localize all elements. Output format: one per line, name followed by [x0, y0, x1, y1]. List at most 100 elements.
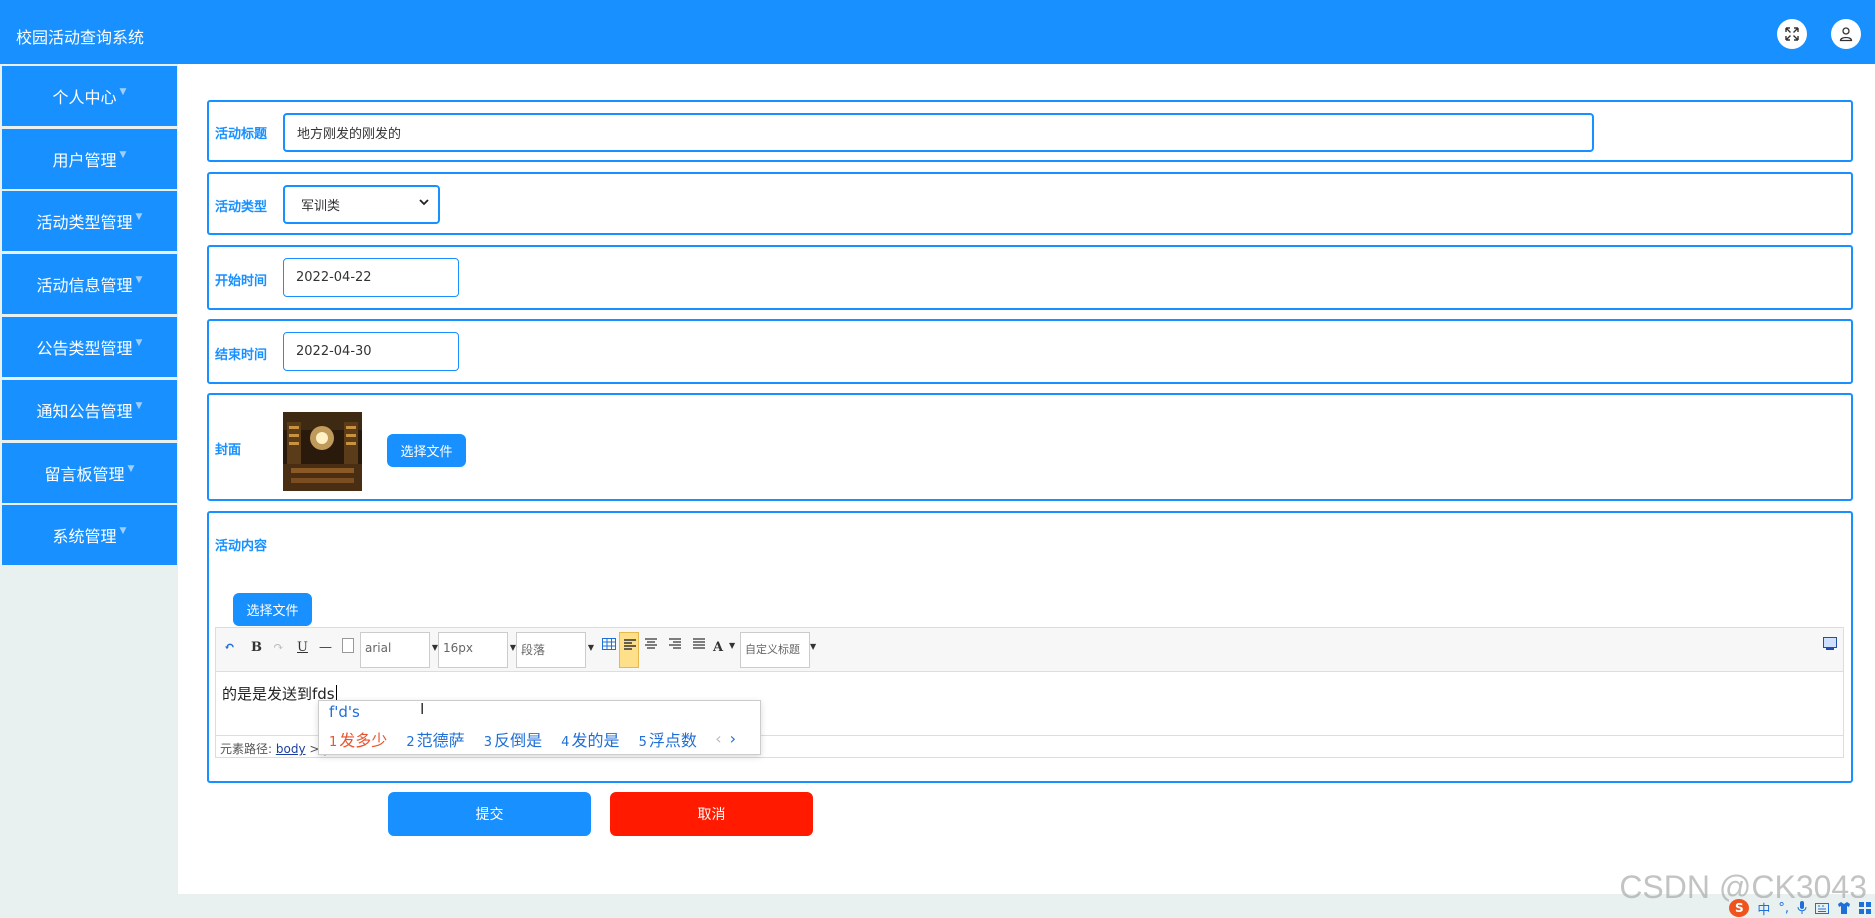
activity-type-selected: 军训类 [301, 199, 341, 214]
caret-down-icon: ▼ [119, 87, 127, 97]
ime-candidate[interactable]: 5 浮点数 [639, 731, 697, 750]
underline-button[interactable]: U [297, 640, 308, 655]
page-icon[interactable] [342, 638, 354, 657]
sidebar-item-label: 用户管理 [52, 151, 117, 170]
caret-down-icon: ▼ [135, 275, 143, 285]
element-path-label: 元素路径: [220, 742, 273, 756]
font-size-select[interactable]: 16px ▼ [438, 632, 516, 668]
chevron-down-icon [419, 199, 429, 206]
justify-icon[interactable] [692, 638, 706, 654]
ime-candidate[interactable]: 2 范德萨 [406, 731, 464, 750]
align-center-icon[interactable] [644, 638, 658, 654]
form-row-type: 活动类型 军训类 [207, 172, 1853, 235]
path-body-link[interactable]: body [276, 742, 306, 756]
punctuation-toggle[interactable]: °, [1778, 901, 1789, 916]
ime-candidate-window: f'd's 1 发多少 2 范德萨 3 反倒是 4 发的是 5 浮点数 ‹ › [318, 700, 761, 755]
align-left-button[interactable] [619, 632, 639, 668]
end-time-label: 结束时间 [215, 348, 268, 363]
align-right-icon[interactable] [668, 638, 682, 654]
content-choose-file-button[interactable]: 选择文件 [233, 593, 312, 626]
horizontal-rule-icon[interactable]: — [319, 640, 332, 655]
sidebar-item-message-board-management[interactable]: 留言板管理 ▼ [2, 443, 177, 503]
dropdown-arrow-icon: ▼ [587, 643, 594, 652]
editor-toolbar: ↶ B ↷ U — arial ▼ 16px ▼ 段落 ▼ A ▼ 自定义标题 … [216, 628, 1843, 672]
sidebar-item-label: 系统管理 [52, 527, 117, 546]
sidebar-item-label: 活动类型管理 [36, 213, 133, 232]
ime-candidate[interactable]: 1 发多少 [329, 731, 387, 750]
caret-down-icon: ▼ [135, 212, 143, 222]
sidebar-item-label: 留言板管理 [44, 465, 125, 484]
sidebar-item-activity-info-management[interactable]: 活动信息管理 ▼ [2, 254, 177, 314]
user-menu-button[interactable] [1831, 19, 1861, 49]
preview-icon[interactable] [1823, 637, 1837, 654]
microphone-icon[interactable] [1797, 901, 1807, 915]
form-row-end-time: 结束时间 2022-04-30 [207, 319, 1853, 384]
cancel-button[interactable]: 取消 [610, 792, 813, 836]
sidebar-item-notice-management[interactable]: 通知公告管理 ▼ [2, 380, 177, 440]
sidebar-item-system-management[interactable]: 系统管理 ▼ [2, 505, 177, 565]
mouse-ibeam-cursor: I [420, 700, 425, 718]
dropdown-arrow-icon[interactable]: ▼ [729, 641, 735, 650]
sidebar-item-label: 公告类型管理 [36, 339, 133, 358]
font-size-value: 16px [443, 641, 473, 655]
app-title: 校园活动查询系统 [16, 28, 145, 47]
submit-button[interactable]: 提交 [388, 792, 591, 836]
cover-label: 封面 [215, 443, 242, 458]
ime-lang-toggle[interactable]: 中 [1757, 899, 1770, 918]
title-label: 活动标题 [215, 127, 268, 142]
sidebar-item-activity-type-management[interactable]: 活动类型管理 ▼ [2, 191, 177, 251]
sidebar-item-label: 通知公告管理 [36, 402, 133, 421]
ime-tray: S 中 °, [1729, 898, 1875, 918]
cover-image [283, 412, 362, 491]
start-time-input[interactable]: 2022-04-22 [283, 258, 459, 297]
form-row-cover: 封面 选择文件 [207, 393, 1853, 501]
align-left-icon [624, 639, 636, 650]
activity-type-select[interactable]: 军训类 [283, 185, 440, 224]
form-row-start-time: 开始时间 2022-04-22 [207, 245, 1853, 310]
sogou-logo-icon[interactable]: S [1729, 899, 1750, 917]
sidebar-item-label: 活动信息管理 [36, 276, 133, 295]
caret-down-icon: ▼ [119, 150, 127, 160]
fullscreen-button[interactable] [1777, 19, 1807, 49]
form-row-title: 活动标题 地方刚发的刚发的 [207, 100, 1853, 162]
grid-menu-icon[interactable] [1859, 902, 1871, 914]
ime-prev-icon[interactable]: ‹ [715, 729, 721, 748]
sidebar-item-personal-center[interactable]: 个人中心 ▼ [2, 66, 177, 126]
dropdown-arrow-icon[interactable]: ▼ [810, 642, 816, 651]
paragraph-select[interactable]: 段落 ▼ [516, 632, 594, 668]
paragraph-value: 段落 [521, 643, 546, 657]
table-icon[interactable] [602, 638, 616, 654]
top-bar: 校园活动查询系统 [0, 0, 1875, 64]
cover-choose-file-button[interactable]: 选择文件 [387, 434, 466, 467]
ime-candidate[interactable]: 4 发的是 [561, 731, 619, 750]
caret-down-icon: ▼ [135, 338, 143, 348]
undo-icon[interactable]: ↶ [224, 640, 235, 655]
ime-next-icon[interactable]: › [730, 729, 736, 748]
caret-down-icon: ▼ [135, 401, 143, 411]
title-input[interactable]: 地方刚发的刚发的 [283, 113, 1594, 152]
sidebar-item-user-management[interactable]: 用户管理 ▼ [2, 129, 177, 189]
ime-composition: f'd's [329, 703, 360, 721]
type-label: 活动类型 [215, 200, 268, 215]
caret-down-icon: ▼ [127, 464, 135, 474]
keyboard-icon[interactable] [1815, 902, 1829, 914]
ime-candidate[interactable]: 3 反倒是 [484, 731, 542, 750]
bold-button[interactable]: B [251, 640, 262, 655]
ime-page-nav: ‹ › [715, 729, 736, 748]
custom-title-select[interactable]: 自定义标题 [740, 632, 810, 668]
caret-down-icon: ▼ [119, 526, 127, 536]
skin-shirt-icon[interactable] [1837, 902, 1851, 914]
expand-icon [1785, 27, 1799, 41]
start-time-label: 开始时间 [215, 274, 268, 289]
user-icon [1839, 27, 1853, 42]
sidebar-item-notice-type-management[interactable]: 公告类型管理 ▼ [2, 317, 177, 377]
end-time-input[interactable]: 2022-04-30 [283, 332, 459, 371]
ime-candidate-list: 1 发多少 2 范德萨 3 反倒是 4 发的是 5 浮点数 [329, 727, 711, 751]
redo-icon[interactable]: ↷ [273, 640, 284, 655]
sidebar-item-label: 个人中心 [52, 88, 117, 107]
font-family-select[interactable]: arial ▼ [360, 632, 438, 668]
font-family-value: arial [365, 641, 392, 655]
content-label: 活动内容 [215, 539, 268, 554]
custom-title-value: 自定义标题 [745, 643, 800, 656]
font-color-button[interactable]: A [713, 640, 723, 655]
